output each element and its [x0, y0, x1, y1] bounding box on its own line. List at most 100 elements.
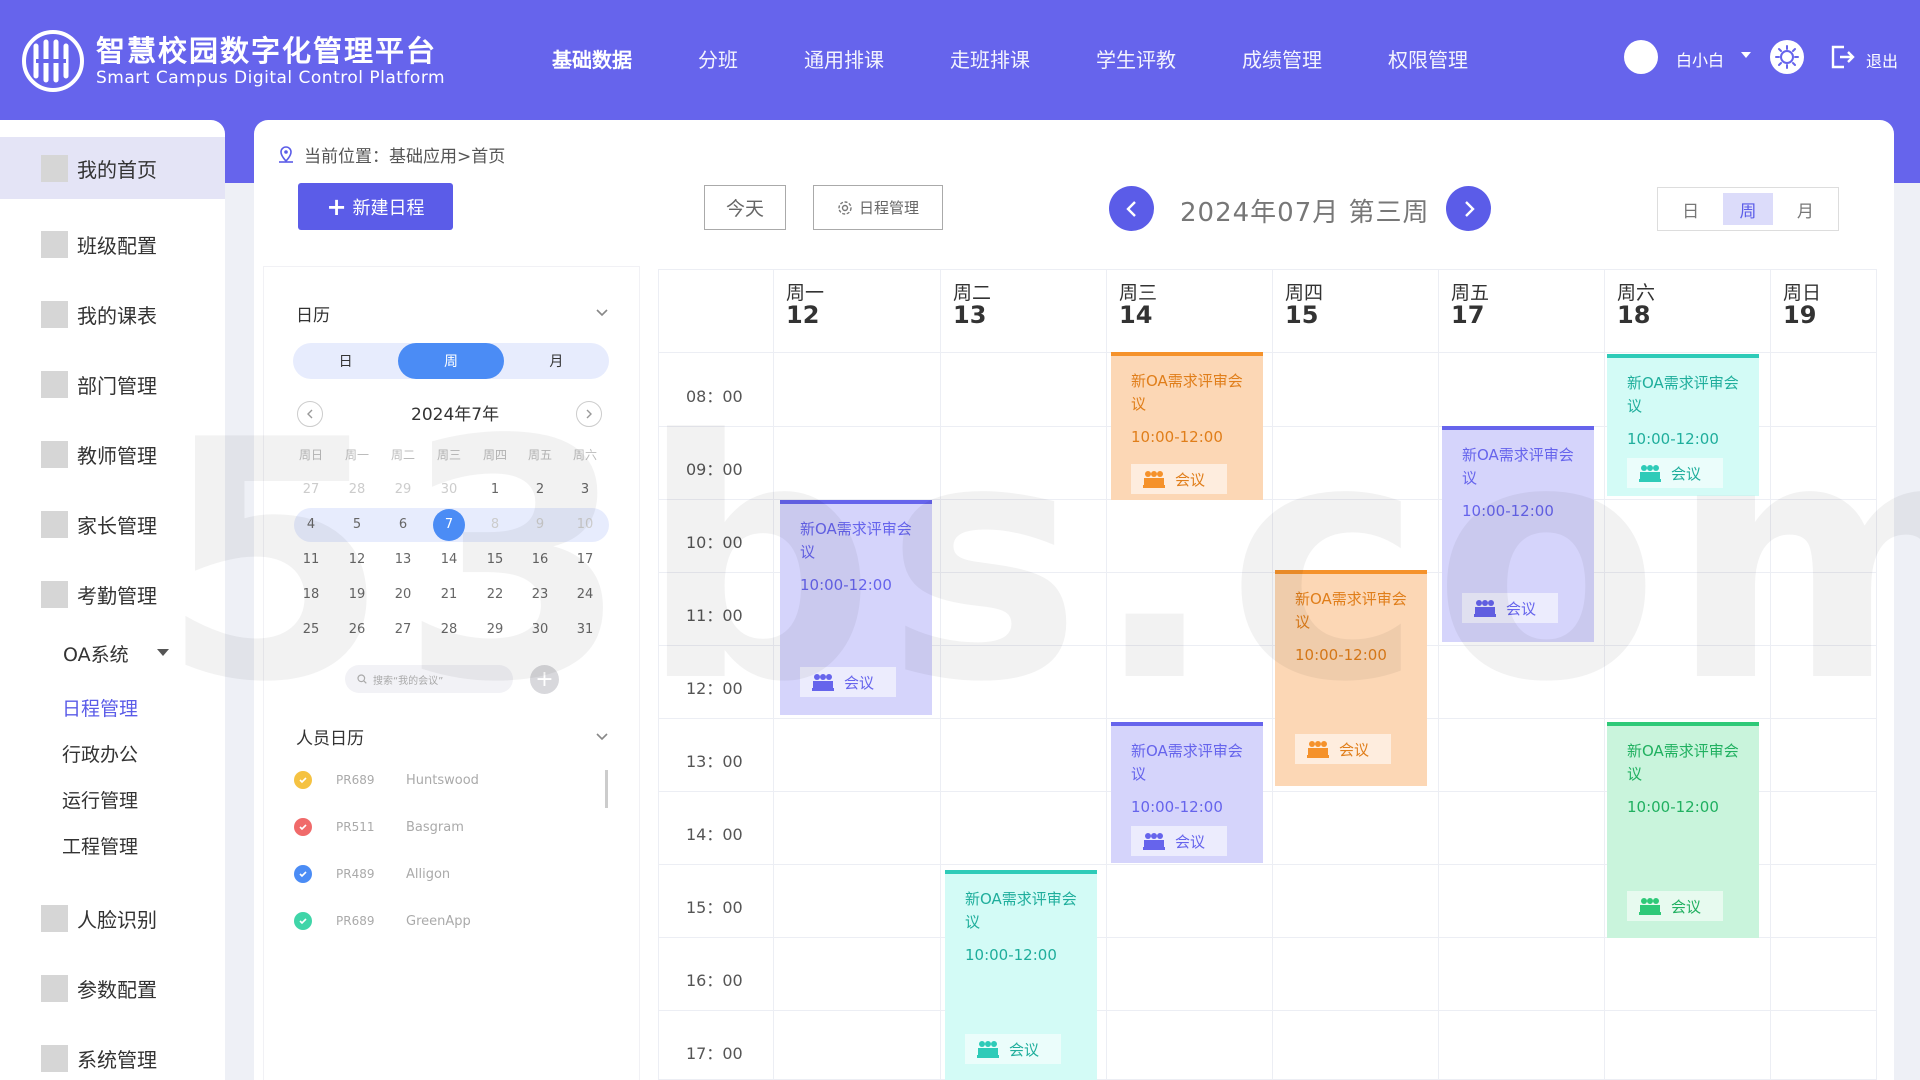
new-schedule-button[interactable]: + 新建日程	[298, 183, 453, 230]
mini-day[interactable]: 24	[569, 579, 601, 611]
mini-day[interactable]: 2	[524, 474, 556, 506]
mini-day[interactable]: 10	[569, 509, 601, 541]
mini-day[interactable]: 20	[387, 579, 419, 611]
mini-day[interactable]: 4	[295, 509, 327, 541]
mini-day[interactable]: 29	[387, 474, 419, 506]
mini-day[interactable]: 8	[479, 509, 511, 541]
sidebar-item-departments[interactable]: 部门管理	[0, 353, 225, 415]
mini-day[interactable]: 1	[479, 474, 511, 506]
nav-permissions[interactable]: 权限管理	[1388, 44, 1468, 73]
add-button[interactable]: +	[530, 665, 559, 694]
event-card[interactable]: 新OA需求评审会议 10:00-12:00 会议	[1111, 722, 1263, 863]
mini-day[interactable]: 28	[341, 474, 373, 506]
sidebar-sub-operations[interactable]: 运行管理	[62, 786, 138, 813]
view-month-tab[interactable]: 月	[1780, 193, 1830, 225]
next-week-button[interactable]	[1446, 186, 1491, 231]
scrollbar[interactable]	[605, 770, 608, 808]
mini-day[interactable]: 30	[433, 474, 465, 506]
mini-tab-month[interactable]: 月	[504, 343, 609, 379]
sidebar-item-class-config[interactable]: 班级配置	[0, 213, 225, 275]
today-button[interactable]: 今天	[704, 185, 786, 230]
event-card[interactable]: 新OA需求评审会议 10:00-12:00 会议	[1275, 570, 1427, 786]
day-header[interactable]: 周二 13	[953, 282, 991, 327]
mini-day[interactable]: 7	[433, 509, 465, 541]
avatar[interactable]	[1624, 40, 1658, 74]
mini-day[interactable]: 6	[387, 509, 419, 541]
mini-day[interactable]: 31	[569, 614, 601, 646]
sidebar-sub-admin[interactable]: 行政办公	[62, 740, 138, 767]
sidebar-item-params[interactable]: 参数配置	[0, 957, 225, 1019]
sidebar-item-parents[interactable]: 家长管理	[0, 493, 225, 555]
mini-tab-week[interactable]: 周	[398, 343, 504, 379]
person-item[interactable]: PR689 Huntswood	[294, 770, 479, 790]
sidebar-sub-schedule[interactable]: 日程管理	[62, 694, 138, 721]
logout-button[interactable]: 退出	[1866, 48, 1898, 72]
mini-tab-day[interactable]: 日	[293, 343, 398, 379]
event-card[interactable]: 新OA需求评审会议 10:00-12:00 会议	[780, 500, 932, 715]
mini-day[interactable]: 27	[387, 614, 419, 646]
nav-class-split[interactable]: 分班	[698, 44, 738, 73]
mini-day[interactable]: 22	[479, 579, 511, 611]
mini-day[interactable]: 18	[295, 579, 327, 611]
sidebar-item-my-timetable[interactable]: 我的课表	[0, 283, 225, 345]
mini-prev-month-button[interactable]	[297, 401, 323, 427]
mini-day[interactable]: 23	[524, 579, 556, 611]
event-card[interactable]: 新OA需求评审会议 10:00-12:00 会议	[1111, 352, 1263, 500]
nav-general-schedule[interactable]: 通用排课	[804, 44, 884, 73]
mini-day[interactable]: 21	[433, 579, 465, 611]
day-header[interactable]: 周四 15	[1285, 282, 1323, 327]
mini-next-month-button[interactable]	[576, 401, 602, 427]
sidebar-sub-engineering[interactable]: 工程管理	[62, 832, 138, 859]
day-header[interactable]: 周一 12	[786, 282, 824, 327]
day-header[interactable]: 周五 17	[1451, 282, 1489, 327]
check-icon[interactable]	[294, 865, 312, 883]
mini-search-input[interactable]: 搜索“我的会议”	[345, 665, 513, 693]
sidebar-item-face[interactable]: 人脸识别	[0, 887, 225, 949]
user-name[interactable]: 白小白	[1676, 47, 1724, 71]
sidebar-item-home[interactable]: 我的首页	[0, 137, 225, 199]
mini-day[interactable]: 25	[295, 614, 327, 646]
mini-day[interactable]: 13	[387, 544, 419, 576]
prev-week-button[interactable]	[1109, 186, 1154, 231]
sidebar-item-system[interactable]: 系统管理	[0, 1027, 225, 1080]
mini-day[interactable]: 9	[524, 509, 556, 541]
mini-day[interactable]: 16	[524, 544, 556, 576]
nav-basic-data[interactable]: 基础数据	[552, 44, 632, 73]
chevron-down-icon[interactable]	[595, 306, 609, 320]
mini-day[interactable]: 15	[479, 544, 511, 576]
mini-day[interactable]: 14	[433, 544, 465, 576]
sidebar-item-attendance[interactable]: 考勤管理	[0, 563, 225, 625]
mini-day[interactable]: 5	[341, 509, 373, 541]
logout-icon[interactable]	[1829, 44, 1855, 70]
mini-day[interactable]: 17	[569, 544, 601, 576]
caret-down-icon[interactable]	[1741, 52, 1751, 58]
event-card[interactable]: 新OA需求评审会议 10:00-12:00 会议	[1607, 354, 1759, 496]
nav-grades[interactable]: 成绩管理	[1242, 44, 1322, 73]
event-card[interactable]: 新OA需求评审会议 10:00-12:00 会议	[945, 870, 1097, 1080]
check-icon[interactable]	[294, 818, 312, 836]
view-day-tab[interactable]: 日	[1666, 193, 1716, 225]
day-header[interactable]: 周六 18	[1617, 282, 1655, 327]
view-week-tab[interactable]: 周	[1722, 193, 1773, 225]
mini-day[interactable]: 19	[341, 579, 373, 611]
person-item[interactable]: PR689 GreenApp	[294, 911, 471, 931]
person-item[interactable]: PR511 Basgram	[294, 817, 464, 837]
theme-toggle-button[interactable]	[1770, 40, 1804, 74]
mini-day[interactable]: 11	[295, 544, 327, 576]
mini-day[interactable]: 27	[295, 474, 327, 506]
mini-day[interactable]: 12	[341, 544, 373, 576]
mini-day[interactable]: 29	[479, 614, 511, 646]
day-header[interactable]: 周日 19	[1783, 282, 1821, 327]
mini-day[interactable]: 30	[524, 614, 556, 646]
check-icon[interactable]	[294, 912, 312, 930]
nav-shift-schedule[interactable]: 走班排课	[950, 44, 1030, 73]
day-header[interactable]: 周三 14	[1119, 282, 1157, 327]
mini-day[interactable]: 28	[433, 614, 465, 646]
schedule-manage-button[interactable]: 日程管理	[813, 185, 943, 230]
sidebar-group-oa[interactable]: OA系统	[63, 640, 129, 667]
event-card[interactable]: 新OA需求评审会议 10:00-12:00 会议	[1442, 426, 1594, 642]
caret-down-icon[interactable]	[157, 649, 169, 656]
mini-day[interactable]: 26	[341, 614, 373, 646]
person-item[interactable]: PR489 Alligon	[294, 864, 450, 884]
event-card[interactable]: 新OA需求评审会议 10:00-12:00 会议	[1607, 722, 1759, 938]
